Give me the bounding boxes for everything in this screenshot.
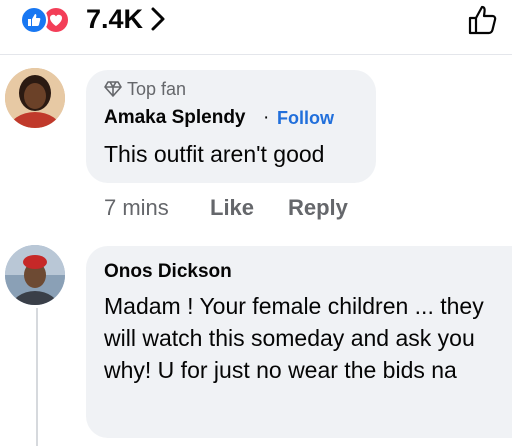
- comment-bubble[interactable]: Top fan Amaka Splendy · Follow This outf…: [86, 70, 376, 183]
- like-button[interactable]: Like: [210, 195, 254, 221]
- separator-dot: ·: [263, 107, 270, 128]
- top-fan-label: Top fan: [127, 79, 187, 99]
- comment-text: Madam ! Your female children ... they wi…: [104, 293, 484, 383]
- reactions-bar[interactable]: 7.4K: [0, 0, 512, 48]
- reply-button[interactable]: Reply: [288, 195, 348, 221]
- divider: [0, 54, 512, 55]
- reaction-count[interactable]: 7.4K: [86, 4, 143, 35]
- like-reaction-icon: [20, 6, 48, 34]
- chevron-right-icon[interactable]: [150, 6, 166, 32]
- thumbs-up-icon[interactable]: [467, 4, 499, 36]
- avatar[interactable]: [5, 68, 65, 128]
- comment-timestamp[interactable]: 7 mins: [104, 195, 169, 221]
- reaction-icons[interactable]: [20, 6, 72, 34]
- diamond-icon: [104, 81, 122, 97]
- avatar[interactable]: [5, 245, 65, 305]
- follow-button[interactable]: Follow: [277, 108, 334, 129]
- comment-text: This outfit aren't good: [104, 141, 325, 167]
- comment-bubble[interactable]: Onos Dickson Madam ! Your female childre…: [86, 246, 512, 438]
- comment-author[interactable]: Onos Dickson: [104, 261, 232, 283]
- comment-author[interactable]: Amaka Splendy: [104, 107, 246, 129]
- thread-line: [36, 308, 38, 446]
